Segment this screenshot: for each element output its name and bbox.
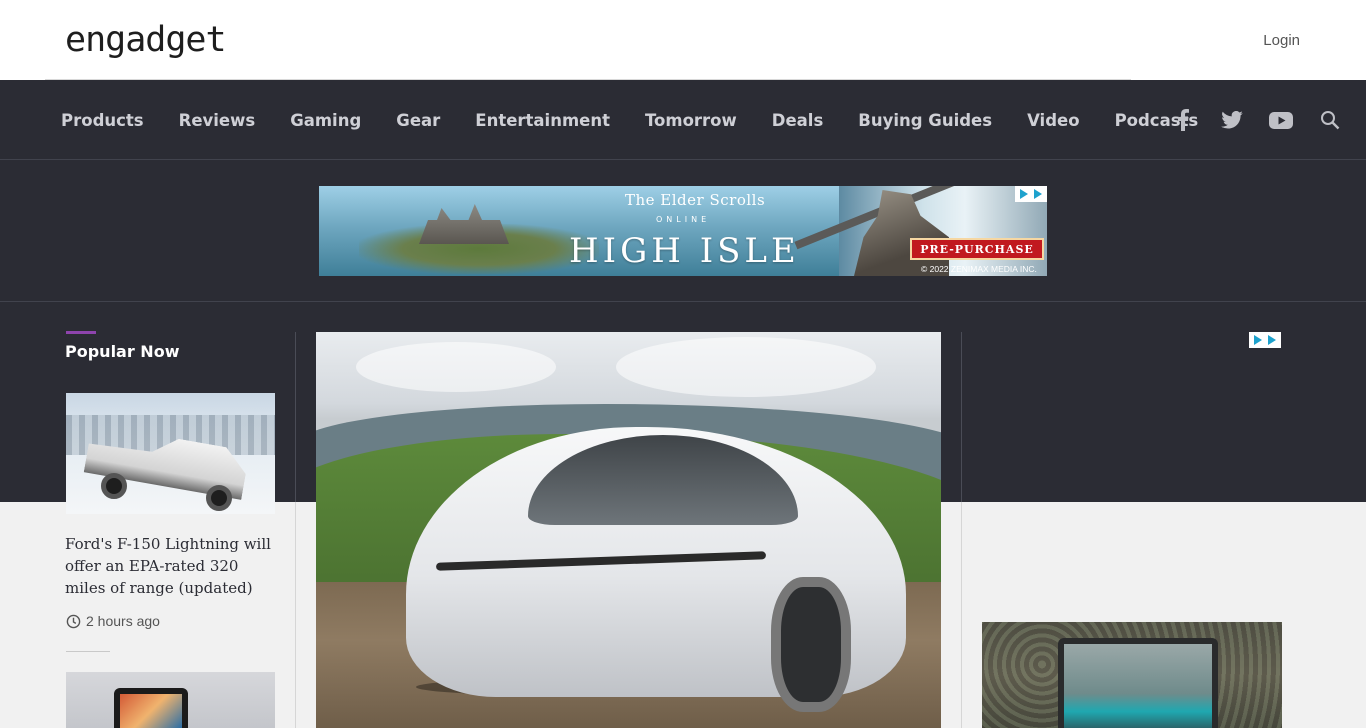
timestamp-text: 2 hours ago: [86, 613, 160, 629]
hero-cloud: [356, 342, 556, 392]
twitter-icon[interactable]: [1220, 108, 1244, 132]
main-nav: Products Reviews Gaming Gear Entertainme…: [0, 80, 1366, 160]
nav-item-reviews[interactable]: Reviews: [179, 111, 256, 130]
right-column-divider: [961, 332, 962, 502]
nav-item-tomorrow[interactable]: Tomorrow: [645, 111, 737, 130]
adchoices-icon[interactable]: [1015, 186, 1047, 202]
banner-ad[interactable]: The Elder Scrolls ONLINE HIGH ISLE PRE-P…: [319, 186, 1047, 276]
ad-cta-button[interactable]: PRE-PURCHASE: [910, 238, 1044, 260]
nav-item-entertainment[interactable]: Entertainment: [475, 111, 610, 130]
facebook-icon[interactable]: [1171, 108, 1195, 132]
section-divider: [0, 301, 1366, 302]
thumb-laptop-screen: [1064, 644, 1212, 728]
adchoices-icon-right[interactable]: [1249, 332, 1281, 348]
clock-icon: [66, 614, 81, 628]
nav-item-deals[interactable]: Deals: [772, 111, 824, 130]
ad-castle-art: [419, 204, 509, 244]
article-thumbnail-laptop[interactable]: [982, 622, 1282, 728]
nav-menu: Products Reviews Gaming Gear Entertainme…: [61, 80, 1233, 160]
ad-title-line1: The Elder Scrolls: [625, 191, 766, 209]
search-icon[interactable]: [1318, 108, 1342, 132]
youtube-icon[interactable]: [1269, 108, 1293, 132]
nav-item-gear[interactable]: Gear: [396, 111, 440, 130]
article-thumbnail-tablet[interactable]: [66, 672, 275, 728]
article-title-link[interactable]: Ford's F-150 Lightning will offer an EPA…: [65, 533, 280, 599]
ad-title-line2: ONLINE: [656, 215, 711, 224]
nav-item-gaming[interactable]: Gaming: [290, 111, 361, 130]
hero-article-image[interactable]: [316, 332, 941, 728]
engadget-logo[interactable]: engadget: [65, 20, 227, 60]
ad-title-line3: HIGH ISLE: [569, 231, 800, 271]
article-timestamp: 2 hours ago: [66, 613, 160, 629]
hero-car-wheel: [771, 577, 851, 712]
nav-item-video[interactable]: Video: [1027, 111, 1079, 130]
nav-item-buying-guides[interactable]: Buying Guides: [858, 111, 992, 130]
ad-copyright: © 2022 ZENIMAX MEDIA INC.: [921, 264, 1037, 274]
thumb-wheel: [101, 473, 127, 499]
popular-heading: Popular Now: [65, 342, 180, 361]
thumb-wheel: [206, 485, 232, 511]
list-separator: [66, 651, 110, 652]
article-thumbnail-ford[interactable]: [66, 393, 275, 514]
right-column-divider-light: [961, 502, 962, 728]
social-icons: [1146, 80, 1342, 160]
thumb-tablet-screen: [120, 694, 182, 728]
hero-cloud: [616, 337, 876, 397]
login-link[interactable]: Login: [1263, 32, 1300, 49]
popular-accent-bar: [66, 331, 96, 334]
site-header: engadget Login: [0, 0, 1366, 80]
left-column-divider-light: [295, 502, 296, 728]
nav-item-products[interactable]: Products: [61, 111, 144, 130]
